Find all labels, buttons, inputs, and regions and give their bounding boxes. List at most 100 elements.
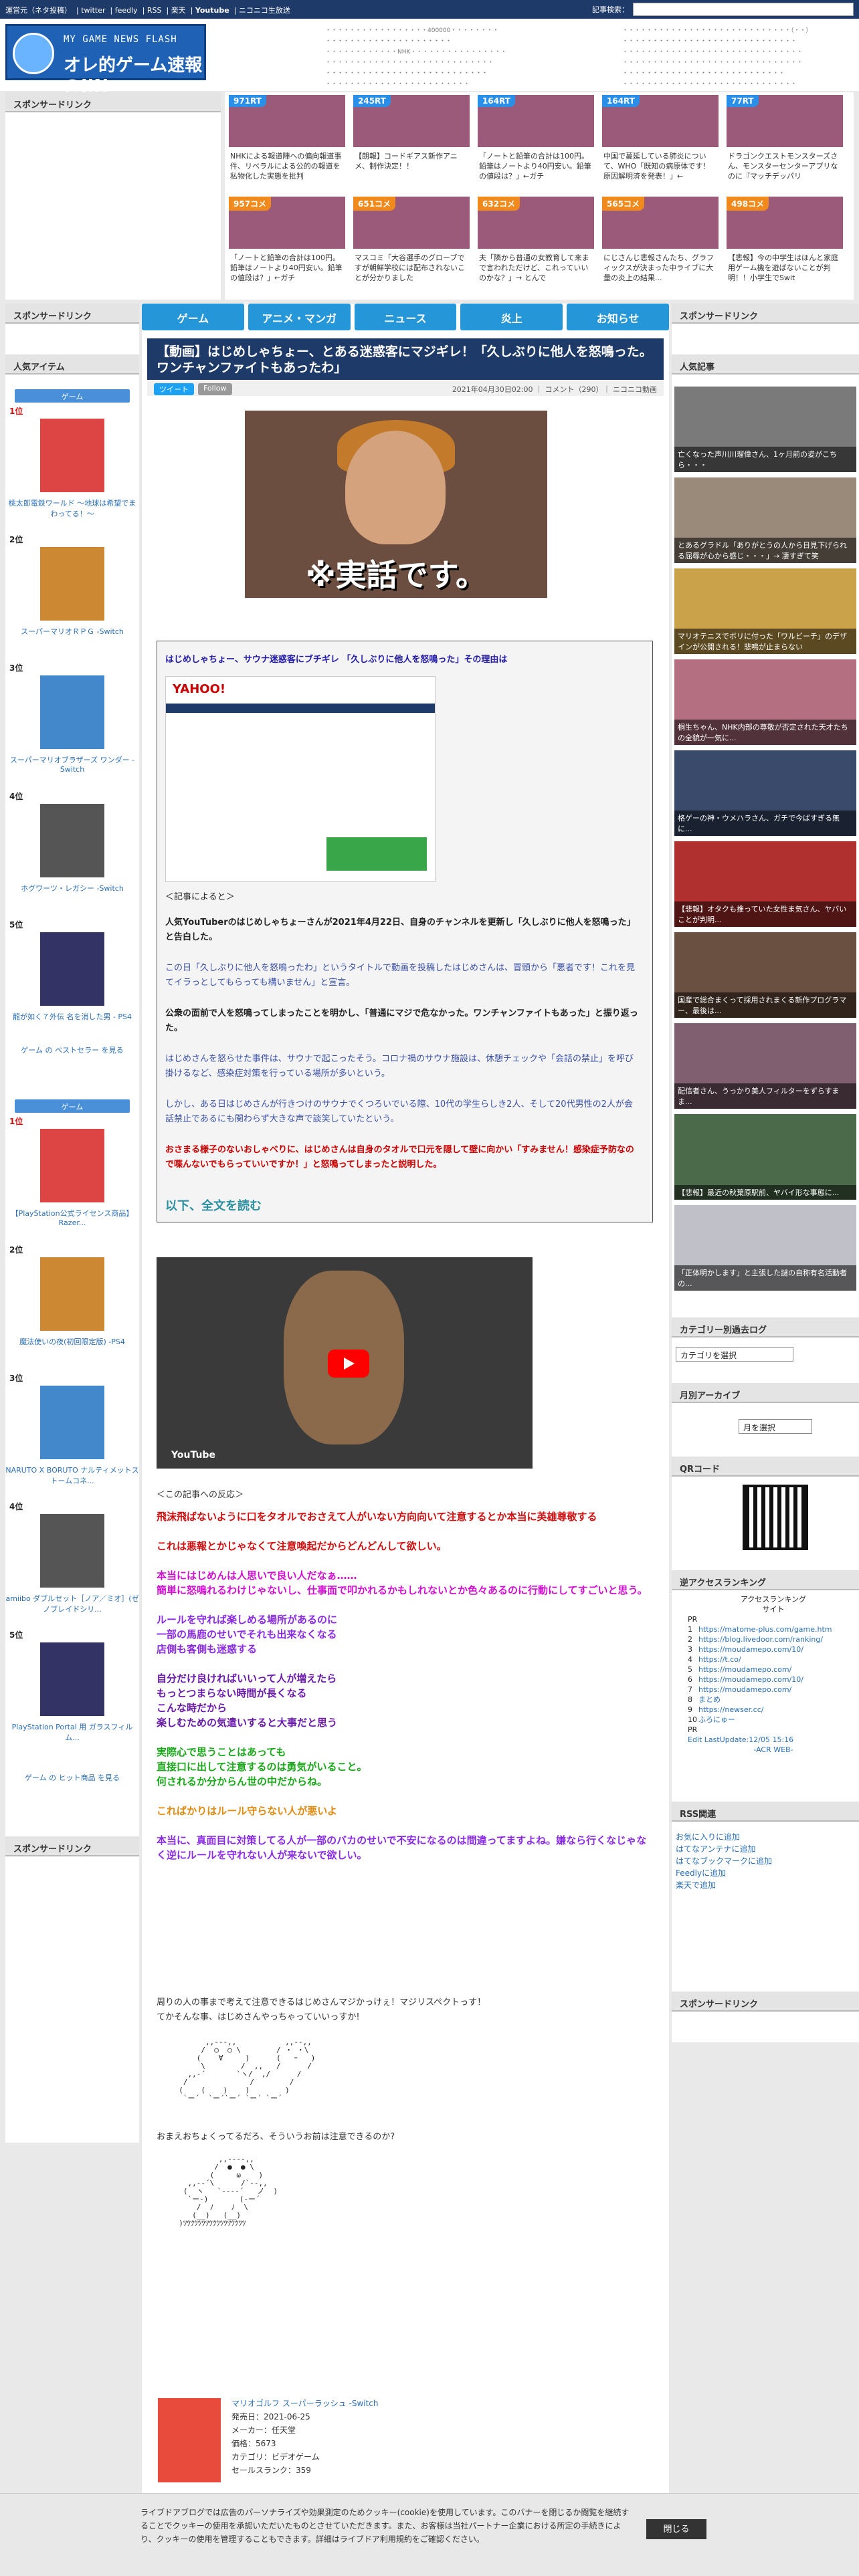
product-thumbnail[interactable] xyxy=(40,547,104,621)
reverse-ranking-link[interactable]: https://moudamepo.com/ xyxy=(698,1665,791,1674)
play-icon[interactable] xyxy=(328,1350,369,1378)
popular-article[interactable]: 【悲報】オタクも推っていた女性ま気さん、ヤバいことが判明... xyxy=(674,841,856,927)
rank-card[interactable]: 77RT ドラゴンクエストモンスターズさん、モンスターセンターアプリなのに『マッチ… xyxy=(727,95,843,192)
reverse-ranking-link[interactable]: https://moudamepo.com/10/ xyxy=(698,1645,803,1654)
product-thumbnail[interactable] xyxy=(40,1514,104,1588)
product-link[interactable]: スーパーマリオブラザーズ ワンダー -Switch xyxy=(5,754,139,774)
follow-button[interactable]: Follow xyxy=(198,383,232,395)
reverse-ranking-row[interactable]: 10 ふろにゅー xyxy=(688,1715,859,1725)
product-thumbnail[interactable] xyxy=(40,804,104,877)
top-link[interactable]: 楽天 xyxy=(171,6,186,15)
popular-article[interactable]: 格ゲーの神・ウメハラさん、ガチで今ばすぎる無に... xyxy=(674,750,856,836)
reverse-ranking-updated[interactable]: Edit LastUpdate:12/05 15:16 xyxy=(688,1735,859,1745)
popular-article[interactable]: 桐生ちゃん、NHK内部の尊敬が否定された天才たちの全貌が一気に... xyxy=(674,659,856,745)
product-thumbnail[interactable] xyxy=(40,419,104,492)
reverse-ranking-link[interactable]: https://moudamepo.com/10/ xyxy=(698,1675,803,1684)
nav-flame[interactable]: 炎上 xyxy=(460,304,563,330)
rank-card[interactable]: 957コメ 「ノートと鉛筆の合計は100円。鉛筆はノートより40円安い。鉛筆の値段… xyxy=(229,197,345,294)
tweet-button[interactable]: ツイート xyxy=(154,383,194,395)
product-thumbnail[interactable] xyxy=(40,932,104,1006)
rss-link[interactable]: はてなブックマークに追加 xyxy=(676,1855,772,1867)
reverse-ranking-link[interactable]: https://matome-plus.com/game.htm xyxy=(698,1625,832,1634)
header-link[interactable]: ・・・・・・・・・・・・・・・・・・・・・・・・・・・ xyxy=(622,68,850,79)
top-link[interactable]: feedly xyxy=(115,6,138,15)
reverse-ranking-row[interactable]: 3 https://moudamepo.com/10/ xyxy=(688,1644,859,1654)
read-more-link[interactable]: 以下、全文を読む xyxy=(165,1196,262,1214)
header-link[interactable]: ・・・・・・・・・・・・・・・・・・・・・ xyxy=(325,36,606,47)
rss-link[interactable]: お気に入りに追加 xyxy=(676,1831,772,1843)
reverse-ranking-row[interactable]: 4 https://t.co/ xyxy=(688,1654,859,1665)
rss-link[interactable]: 楽天で追加 xyxy=(676,1879,772,1891)
popular-article[interactable]: 配信者さん、うっかり美人フィルターをずらすまま... xyxy=(674,1023,856,1109)
nav-news[interactable]: ニュース xyxy=(354,304,457,330)
nav-anime[interactable]: アニメ・マンガ xyxy=(248,304,351,330)
reverse-ranking-link[interactable]: まとめ xyxy=(698,1695,721,1704)
reverse-ranking-row[interactable]: 1 https://matome-plus.com/game.htm xyxy=(688,1624,859,1634)
product-link[interactable]: スーパーマリオＲＰＧ -Switch xyxy=(5,626,139,637)
popular-article[interactable]: 「正体明かします」と主張した謎の自称有名活動者の... xyxy=(674,1205,856,1291)
category-select[interactable]: カテゴリを選択 xyxy=(676,1347,793,1362)
reverse-ranking-row[interactable]: 9 https://newser.cc/ xyxy=(688,1705,859,1715)
product-link[interactable]: 龍が如く７外伝 名を消した男 - PS4 xyxy=(5,1011,139,1022)
reverse-ranking-link[interactable]: https://moudamepo.com/ xyxy=(698,1685,791,1694)
rank-card[interactable]: 498コメ 【悲報】今の中学生はほんと家庭用ゲーム機を遊ばないことが判明！！小学生… xyxy=(727,197,843,294)
top-link[interactable]: Youtube xyxy=(195,6,229,15)
reverse-ranking-link[interactable]: https://t.co/ xyxy=(698,1655,741,1664)
rank-card[interactable]: 164RT 中国で蔓延している肺炎について、WHO「既知の病原体です！原因解明済を… xyxy=(602,95,719,192)
article-title[interactable]: 【動画】はじめしゃちょー、とある迷惑客にマジギレ！「久しぶりに他人を怒鳴った。ワ… xyxy=(147,338,664,380)
acr-link[interactable]: -ACR WEB- xyxy=(688,1745,859,1755)
rank-card[interactable]: 565コメ にじさんじ悲報さんたち、グラフィックスが決まった中ライブに大量の炎上の… xyxy=(602,197,719,294)
rank-card[interactable]: 632コメ 夫「隣から普通の女教育して来まで言われただけど、これっていいのかな？」… xyxy=(478,197,594,294)
product-link[interactable]: 魔法使いの夜(初回限定版) -PS4 xyxy=(5,1336,139,1347)
product-image[interactable] xyxy=(157,2397,222,2484)
header-link[interactable]: ・・・・・・・・・・・・・・・・・・・・・・・・・・・ xyxy=(325,68,606,79)
product-thumbnail[interactable] xyxy=(40,1642,104,1716)
reverse-ranking-row[interactable]: 7 https://moudamepo.com/ xyxy=(688,1685,859,1695)
tab-game[interactable]: ゲーム xyxy=(15,389,130,403)
header-link[interactable]: ・・・・・・・・・・・・・・・・・・・・・・・・・・・・・・ xyxy=(622,58,850,68)
site-logo[interactable]: MY GAME NEWS FLASH オレ的ゲーム速報@JIN xyxy=(5,24,206,96)
product-link[interactable]: PlayStation Portal 用 ガラスフィルム... xyxy=(5,1721,139,1743)
nav-game[interactable]: ゲーム xyxy=(142,304,244,330)
header-link[interactable]: ・・・・・・・・・・・・・・・・・・・・・・・・・・・・・ xyxy=(622,36,850,47)
reverse-ranking-row[interactable]: 8 まとめ xyxy=(688,1695,859,1705)
product-thumbnail[interactable] xyxy=(40,675,104,749)
product-link[interactable]: ホグワーツ・レガシー -Switch xyxy=(5,883,139,893)
month-select[interactable]: 月を選択 xyxy=(739,1419,812,1434)
rank-card[interactable]: 164RT 「ノートと鉛筆の合計は100円。鉛筆はノートより40円安い。鉛筆の値段… xyxy=(478,95,594,192)
header-link[interactable]: ・・・・・・・・・・・・NHK・・・・・・・・・・・・・・・・ xyxy=(325,47,606,58)
reverse-ranking-link[interactable]: https://newser.cc/ xyxy=(698,1705,763,1714)
header-link[interactable]: ・・・・・・・・・・・・・・・・・400000・・・・・・・・ xyxy=(325,25,606,36)
product-thumbnail[interactable] xyxy=(40,1129,104,1202)
search-input[interactable] xyxy=(633,3,854,16)
popular-article[interactable]: マリオテニスでボリに付った「ワルビーチ」のデザインが公開される！悲鳴が止まらない xyxy=(674,568,856,654)
reverse-ranking-row[interactable]: 6 https://moudamepo.com/10/ xyxy=(688,1675,859,1685)
header-link[interactable]: ・・・・・・・・・・・・・・・・・・・・・・・・・・・・（・・） xyxy=(622,25,850,36)
product-link[interactable]: NARUTO X BORUTO ナルティメットストームコネ... xyxy=(5,1465,139,1486)
popular-article[interactable]: 【悲報】最近の秋葉原駅前、ヤバイ形な事態に... xyxy=(674,1114,856,1200)
product-link[interactable]: 【PlayStation公式ライセンス商品】 Razer... xyxy=(5,1208,139,1227)
product-thumbnail[interactable] xyxy=(40,1257,104,1331)
product-name[interactable]: マリオゴルフ スーパーラッシュ -Switch xyxy=(231,2397,379,2410)
product-link[interactable]: 桃太郎電鉄ワールド ～地球は希望でまわってる！～ xyxy=(5,498,139,519)
header-link[interactable]: ・・・・・・・・・・・・・・・・・・・・・・・・・・・・・ xyxy=(622,79,850,90)
header-link[interactable]: ・・・・・・・・・・・・・・・・・・・・・・・・・・・・ xyxy=(325,58,606,68)
hit-products-link[interactable]: ゲーム の ヒット商品 を見る xyxy=(5,1772,139,1783)
reverse-ranking-row[interactable]: 2 https://blog.livedoor.com/ranking/ xyxy=(688,1634,859,1644)
rank-card[interactable]: 651コメ マスコミ「大谷選手のグローブですが朝鮮学校には配布されないことが分かり… xyxy=(353,197,470,294)
reverse-ranking-link[interactable]: https://blog.livedoor.com/ranking/ xyxy=(698,1635,823,1644)
popular-article[interactable]: 亡くなった声川川瑠偉さん、1ヶ月前の姿がこちら・・・ xyxy=(674,387,856,472)
close-button[interactable]: 閉じる xyxy=(646,2519,706,2539)
youtube-embed[interactable]: YouTube xyxy=(157,1257,533,1469)
news-screenshot[interactable]: YAHOO! xyxy=(165,676,436,882)
tab-game-2[interactable]: ゲーム xyxy=(15,1099,130,1113)
top-link[interactable]: 運営元（ネタ投稿） xyxy=(5,6,72,15)
rss-link[interactable]: はてなアンテナに追加 xyxy=(676,1843,772,1855)
top-link[interactable]: twitter xyxy=(81,6,105,15)
top-link[interactable]: RSS xyxy=(147,6,162,15)
top-link[interactable]: ニコニコ生放送 xyxy=(239,6,290,15)
header-link[interactable]: ・・・・・・・・・・・・・・・・・・・・・・・・ xyxy=(325,79,606,90)
header-link[interactable]: ・・・・・・・・・・・・・・・・・・・・・・・・・・・・・・ xyxy=(622,47,850,58)
bestseller-link[interactable]: ゲーム の ベストセラー を見る xyxy=(5,1045,139,1055)
reverse-ranking-link[interactable]: ふろにゅー xyxy=(698,1715,735,1724)
